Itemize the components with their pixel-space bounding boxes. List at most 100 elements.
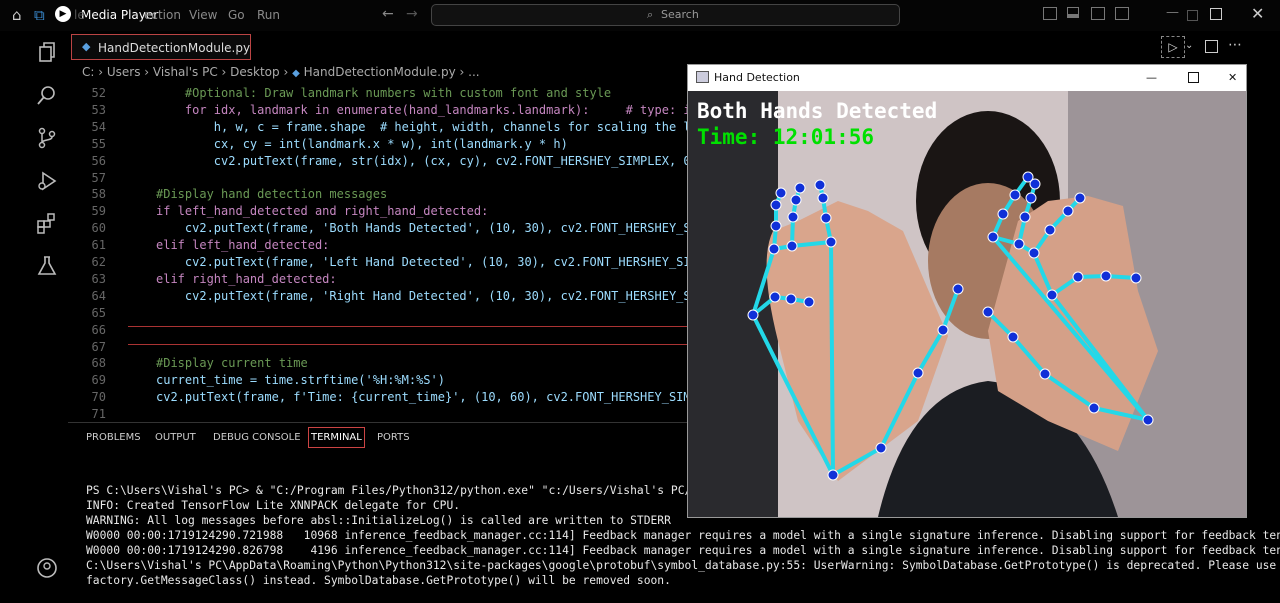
code-line: elif left_hand_detected: [156,238,330,253]
code-line: cv2.putText(frame, str(idx), (cx, cy), c… [156,153,691,168]
menu-run[interactable]: Run [257,8,280,22]
menu-edit[interactable]: le [74,8,85,22]
testing-flask-icon[interactable] [36,255,58,277]
code-line: #Display hand detection messages [156,187,388,202]
terminal-line: W0000 00:00:1719124290.721988 10968 infe… [86,529,1280,542]
hand-landmark-dot [794,182,806,194]
hand-landmark-dot [1022,171,1034,183]
current-line-highlight [128,326,756,345]
extensions-icon[interactable] [36,212,58,234]
terminal-line: W0000 00:00:1719124290.826798 4196 infer… [86,544,1280,557]
breadcrumb-item[interactable]: Users [107,65,141,79]
hand-landmark-dot [1046,289,1058,301]
maximize-icon[interactable] [1210,8,1222,20]
hand-landmark-dot [787,211,799,223]
command-search[interactable]: ⌕ Search [431,4,900,26]
account-icon[interactable] [36,557,58,579]
media-player-icon: ▶ [55,6,71,22]
breadcrumb-item[interactable]: Vishal's PC [153,65,218,79]
hand-landmark-dot [1088,402,1100,414]
tab-label: HandDetectionModule.py [98,41,251,55]
tab-debug-console[interactable]: DEBUG CONSOLE [213,432,301,443]
hand-detection-window[interactable]: Hand Detection — ✕ Both Hands Detected T… [687,64,1247,518]
tab-problems[interactable]: PROBLEMS [86,432,141,443]
home-icon[interactable]: ⌂ [12,6,22,24]
line-number: 63 [91,271,106,286]
window-minimize-icon[interactable]: — [1146,71,1157,84]
code-line: cv2.putText(frame, 'Both Hands Detected'… [156,221,720,236]
code-line: cv2.putText(frame, f'Time: {current_time… [156,390,720,405]
layout-sidebar-icon[interactable] [1043,7,1057,20]
window-app-icon [696,71,709,83]
run-file-icon[interactable]: ▷ [1161,36,1185,58]
close-icon[interactable]: ✕ [1251,4,1264,23]
code-line: elif right_hand_detected: [156,271,337,286]
layout-secondary-icon[interactable] [1091,7,1105,20]
menu-go[interactable]: Go [228,8,245,22]
split-editor-icon[interactable] [1205,40,1218,53]
hand-landmark-dot [1013,238,1025,250]
line-number: 61 [91,238,106,253]
line-number: 64 [91,288,106,303]
hand-landmark-dot [775,187,787,199]
window-title-bar[interactable]: Hand Detection — ✕ [688,65,1246,91]
search-sidebar-icon[interactable] [36,84,58,106]
vscode-logo-icon: ⧉ [34,6,45,24]
hand-landmark-dot [769,291,781,303]
run-debug-icon[interactable] [36,170,58,192]
detection-time-text: Time: 12:01:56 [697,125,875,149]
more-actions-icon[interactable]: ⋯ [1228,37,1242,53]
hand-landmark-dot [1028,247,1040,259]
hand-landmark-dot [912,367,924,379]
line-number: 62 [91,255,106,269]
hand-landmark-dot [1039,368,1051,380]
line-number: 66 [91,322,106,337]
tab-output[interactable]: OUTPUT [155,432,196,443]
hand-landmark-dot [1007,331,1019,343]
back-arrow-icon[interactable]: ← [382,6,394,22]
hand-landmark-dot [770,220,782,232]
tab-handdetectionmodule[interactable]: ◆ HandDetectionModule.py [71,34,251,60]
hand-landmark-dot [1019,211,1031,223]
window-close-icon[interactable]: ✕ [1228,71,1237,84]
minimize-icon[interactable]: — [1166,5,1179,20]
hand-landmark-dot [1062,205,1074,217]
window-maximize-icon[interactable] [1188,72,1199,83]
code-line: h, w, c = frame.shape # height, width, c… [156,119,691,134]
hand-landmark-dot [1100,270,1112,282]
tab-terminal[interactable]: TERMINAL [308,427,365,448]
hand-landmark-dot [770,199,782,211]
customize-layout-icon[interactable] [1115,7,1129,20]
python-file-icon: ◆ [292,68,300,79]
code-line: cv2.putText(frame, 'Right Hand Detected'… [156,288,727,303]
tab-ports[interactable]: PORTS [377,432,410,443]
line-number: 57 [91,170,106,185]
line-number: 52 [91,86,106,100]
breadcrumb: C: › Users › Vishal's PC › Desktop › ◆ H… [82,65,480,79]
layout-panel-icon[interactable] [1067,7,1079,18]
source-control-icon[interactable] [36,127,58,149]
line-number: 71 [91,407,106,422]
explorer-icon[interactable] [36,41,58,63]
hand-connection-line [829,241,835,476]
hand-landmark-dot [785,293,797,305]
hand-landmark-dot [1072,271,1084,283]
terminal-line: C:\Users\Vishal's PC\AppData\Roaming\Pyt… [86,559,1280,572]
breadcrumb-item[interactable]: HandDetectionModule.py [304,65,456,79]
restore-icon[interactable] [1187,10,1198,21]
forward-arrow-icon[interactable]: → [406,6,418,22]
breadcrumb-item[interactable]: C: [82,65,94,79]
menu-selection[interactable]: ection [144,8,181,22]
breadcrumb-item[interactable]: Desktop [230,65,280,79]
hand-landmark-dot [817,192,829,204]
run-dropdown-icon[interactable]: ⌄ [1185,40,1193,51]
camera-feed: Both Hands Detected Time: 12:01:56 [688,91,1246,517]
code-editor[interactable]: 52 #Optional: Draw landmark numbers with… [68,86,756,422]
hand-landmark-dot [1142,414,1154,426]
terminal-line: factory.GetMessageClass() instead. Symbo… [86,574,671,587]
code-line: for idx, landmark in enumerate(hand_land… [156,102,691,117]
camera-scene [688,91,1246,517]
hand-landmark-dot [814,179,826,191]
menu-view[interactable]: View [189,8,217,22]
breadcrumb-item[interactable]: ... [468,65,479,79]
